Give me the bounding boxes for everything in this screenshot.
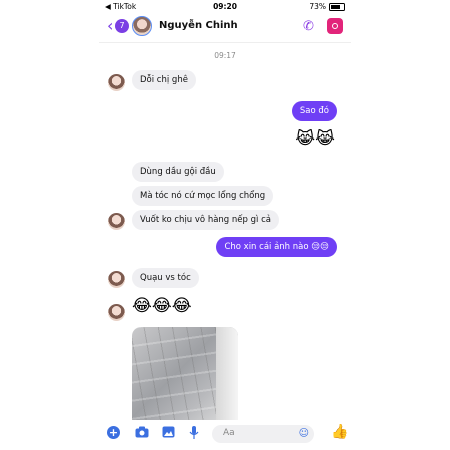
incoming-emoji-message[interactable]: 😂😂😂 — [132, 296, 192, 316]
gallery-icon[interactable] — [162, 426, 175, 441]
video-call-icon[interactable] — [327, 18, 343, 34]
unread-badge[interactable]: 7 — [115, 19, 129, 33]
outgoing-emoji-message[interactable]: 😹😹 — [295, 129, 335, 149]
outgoing-message[interactable]: Sao đó — [291, 101, 337, 121]
sender-avatar[interactable] — [108, 304, 125, 321]
incoming-photo-message[interactable] — [132, 327, 238, 423]
sender-avatar[interactable] — [108, 74, 125, 91]
message-timestamp: 09:17 — [214, 51, 236, 60]
message-input[interactable]: Aa ☺ — [212, 425, 314, 443]
contact-name[interactable]: Nguyễn Chinh — [159, 20, 238, 31]
composer-toolbar: + Aa ☺ 👍 — [99, 420, 351, 450]
messenger-screen: ◀ TikTok 09:20 73% ‹ 7 Nguyễn Chinh ✆ 09… — [99, 0, 351, 450]
incoming-message[interactable]: Dỗi chị ghê — [132, 70, 196, 90]
like-thumbs-up-icon[interactable]: 👍 — [331, 424, 348, 440]
chat-header: ‹ 7 Nguyễn Chinh ✆ — [99, 12, 351, 43]
plus-icon[interactable]: + — [107, 426, 120, 439]
emoji-icon[interactable]: ☺ — [299, 428, 309, 439]
incoming-message[interactable]: Vuốt ko chịu vô hàng nếp gì cả — [132, 210, 279, 230]
microphone-icon[interactable] — [189, 426, 199, 442]
back-chevron-icon[interactable]: ‹ — [107, 18, 113, 34]
battery-icon — [329, 2, 345, 11]
incoming-message[interactable]: Quạu vs tóc — [132, 268, 199, 288]
incoming-message[interactable]: Dùng dầu gội đầu — [132, 162, 224, 182]
sender-avatar[interactable] — [108, 213, 125, 230]
camera-icon[interactable] — [135, 426, 149, 441]
message-input-placeholder: Aa — [223, 428, 235, 438]
sender-avatar[interactable] — [108, 271, 125, 288]
contact-avatar[interactable] — [132, 16, 152, 36]
incoming-message[interactable]: Mà tóc nó cứ mọc lổng chổng — [132, 186, 274, 206]
outgoing-message[interactable]: Cho xin cái ảnh nào 😒😒 — [216, 237, 337, 257]
battery-percent: 73% — [309, 2, 326, 11]
status-bar: ◀ TikTok 09:20 73% — [99, 0, 351, 12]
status-right: 73% — [309, 2, 345, 11]
phone-call-icon[interactable]: ✆ — [303, 19, 314, 34]
